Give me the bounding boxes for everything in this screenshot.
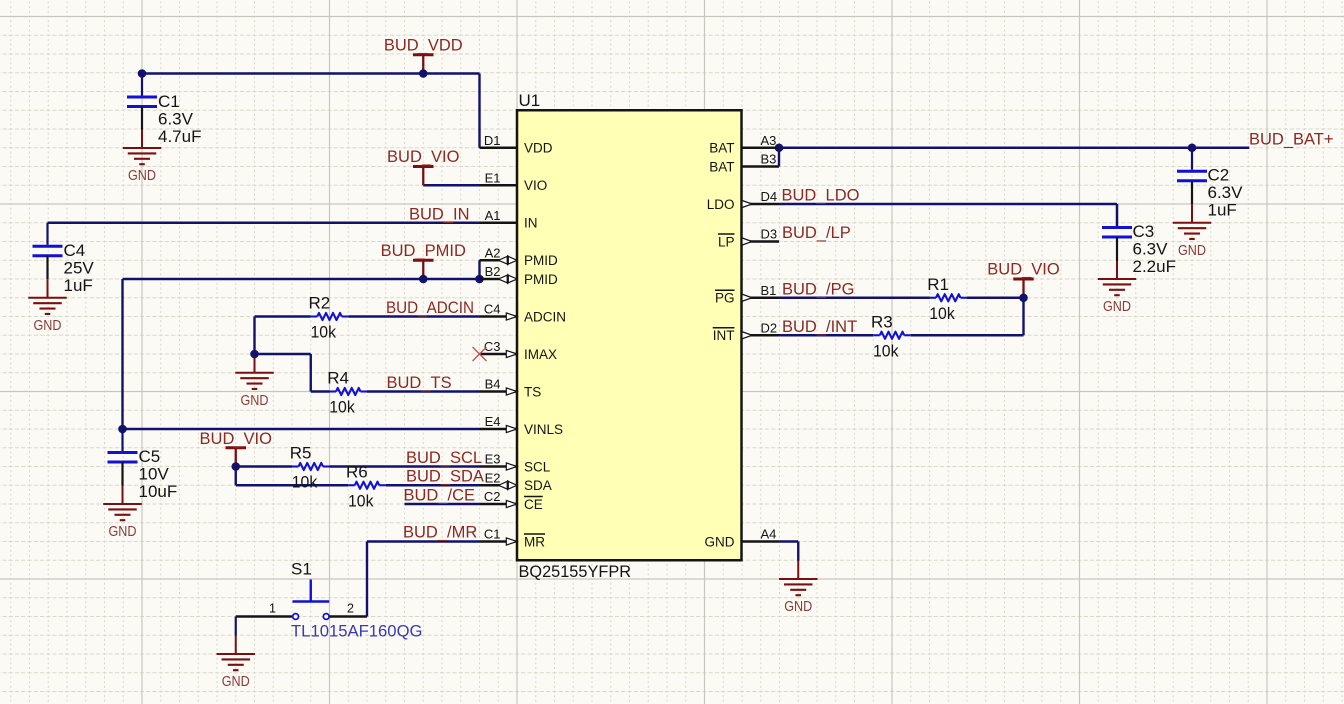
svg-text:D2: D2	[761, 320, 778, 335]
svg-text:BUD_SDA: BUD_SDA	[406, 468, 484, 486]
svg-text:SDA: SDA	[524, 478, 552, 493]
svg-text:BUD_/CE: BUD_/CE	[404, 487, 476, 505]
svg-text:10k: 10k	[329, 398, 355, 417]
svg-text:GND: GND	[222, 674, 250, 690]
svg-text:R4: R4	[327, 369, 349, 388]
svg-text:D1: D1	[484, 133, 501, 148]
svg-text:1uF: 1uF	[1208, 201, 1237, 220]
svg-text:PMID: PMID	[524, 253, 558, 268]
svg-text:6.3V: 6.3V	[158, 109, 194, 128]
svg-text:BUD_IN: BUD_IN	[409, 205, 470, 223]
svg-text:R1: R1	[927, 275, 949, 294]
svg-text:C5: C5	[139, 447, 161, 466]
svg-text:BUD_/PG: BUD_/PG	[782, 280, 854, 298]
svg-text:S1: S1	[291, 560, 312, 579]
svg-text:GND: GND	[241, 393, 269, 409]
svg-text:A3: A3	[761, 133, 777, 148]
svg-text:GND: GND	[128, 168, 156, 184]
svg-text:6.3V: 6.3V	[1208, 183, 1244, 202]
svg-text:E1: E1	[485, 170, 501, 185]
svg-text:6.3V: 6.3V	[1133, 239, 1169, 258]
svg-text:B1: B1	[761, 283, 777, 298]
svg-text:GND: GND	[705, 534, 735, 549]
svg-text:C2: C2	[1208, 166, 1230, 185]
svg-text:R2: R2	[309, 294, 331, 313]
svg-text:LP: LP	[718, 234, 735, 249]
svg-text:C4: C4	[484, 302, 501, 317]
svg-text:B3: B3	[761, 152, 777, 167]
svg-text:R6: R6	[346, 462, 368, 481]
svg-text:C3: C3	[1133, 222, 1155, 241]
svg-text:C2: C2	[484, 489, 501, 504]
svg-text:2: 2	[347, 602, 354, 616]
svg-text:1uF: 1uF	[64, 276, 93, 295]
svg-text:A1: A1	[485, 208, 501, 223]
svg-text:R5: R5	[290, 444, 312, 463]
svg-text:GND: GND	[34, 318, 62, 334]
svg-text:10uF: 10uF	[139, 482, 178, 501]
svg-text:D4: D4	[761, 189, 778, 204]
svg-text:INT: INT	[713, 328, 735, 343]
svg-text:10k: 10k	[873, 341, 899, 360]
svg-text:BUD_TS: BUD_TS	[387, 374, 452, 392]
svg-text:A4: A4	[761, 527, 777, 542]
svg-text:D3: D3	[761, 227, 778, 242]
svg-text:BUD_/LP: BUD_/LP	[782, 224, 851, 242]
svg-text:IMAX: IMAX	[524, 347, 557, 362]
svg-text:10k: 10k	[348, 491, 374, 510]
svg-text:E2: E2	[485, 470, 501, 485]
svg-text:4.7uF: 4.7uF	[158, 127, 201, 146]
svg-text:GND: GND	[1103, 299, 1131, 315]
svg-text:10k: 10k	[292, 473, 318, 492]
svg-text:BUD_/INT: BUD_/INT	[782, 318, 857, 336]
svg-text:BUD_BAT+: BUD_BAT+	[1249, 130, 1334, 148]
svg-text:IN: IN	[524, 216, 538, 231]
svg-text:B4: B4	[485, 377, 501, 392]
svg-text:10k: 10k	[929, 304, 955, 323]
svg-text:VDD: VDD	[524, 141, 553, 156]
svg-text:LDO: LDO	[707, 197, 735, 212]
svg-text:C4: C4	[64, 241, 86, 260]
svg-text:C1: C1	[158, 92, 180, 111]
svg-text:TS: TS	[524, 384, 541, 399]
svg-text:BUD_VDD: BUD_VDD	[384, 36, 463, 54]
svg-text:E3: E3	[485, 452, 501, 467]
svg-text:GND: GND	[1178, 243, 1206, 259]
svg-text:B2: B2	[485, 264, 501, 279]
svg-text:R3: R3	[871, 312, 893, 331]
svg-text:10k: 10k	[311, 323, 337, 342]
svg-text:U1: U1	[519, 91, 541, 110]
svg-text:PG: PG	[715, 291, 735, 306]
svg-text:PMID: PMID	[524, 272, 558, 287]
svg-text:BUD_PMID: BUD_PMID	[381, 242, 466, 260]
svg-text:TL1015AF160QG: TL1015AF160QG	[291, 622, 423, 641]
svg-text:BUD_/MR: BUD_/MR	[403, 524, 477, 542]
svg-text:E4: E4	[485, 414, 501, 429]
svg-text:C1: C1	[484, 527, 501, 542]
svg-text:BUD_LDO: BUD_LDO	[782, 187, 860, 205]
svg-text:BUD_VIO: BUD_VIO	[200, 430, 273, 448]
svg-text:SCL: SCL	[524, 459, 551, 474]
svg-text:GND: GND	[109, 524, 137, 540]
svg-text:VINLS: VINLS	[524, 422, 563, 437]
svg-text:BAT: BAT	[709, 141, 734, 156]
svg-text:BUD_VIO: BUD_VIO	[387, 148, 460, 166]
svg-text:BUD_VIO: BUD_VIO	[987, 261, 1060, 279]
svg-text:VIO: VIO	[524, 178, 547, 193]
svg-text:1: 1	[269, 602, 276, 616]
svg-text:BAT: BAT	[709, 159, 734, 174]
svg-text:BQ25155YFPR: BQ25155YFPR	[519, 562, 632, 581]
svg-text:BUD_SCL: BUD_SCL	[406, 449, 482, 467]
svg-text:2.2uF: 2.2uF	[1133, 257, 1176, 276]
svg-text:BUD_ADCIN: BUD_ADCIN	[386, 299, 474, 317]
svg-text:CE: CE	[524, 497, 543, 512]
svg-text:10V: 10V	[139, 464, 170, 483]
svg-text:A2: A2	[485, 245, 501, 260]
svg-text:25V: 25V	[64, 258, 95, 277]
svg-text:MR: MR	[524, 534, 545, 549]
svg-text:ADCIN: ADCIN	[524, 309, 566, 324]
svg-text:C3: C3	[484, 339, 501, 354]
svg-text:GND: GND	[784, 599, 812, 615]
